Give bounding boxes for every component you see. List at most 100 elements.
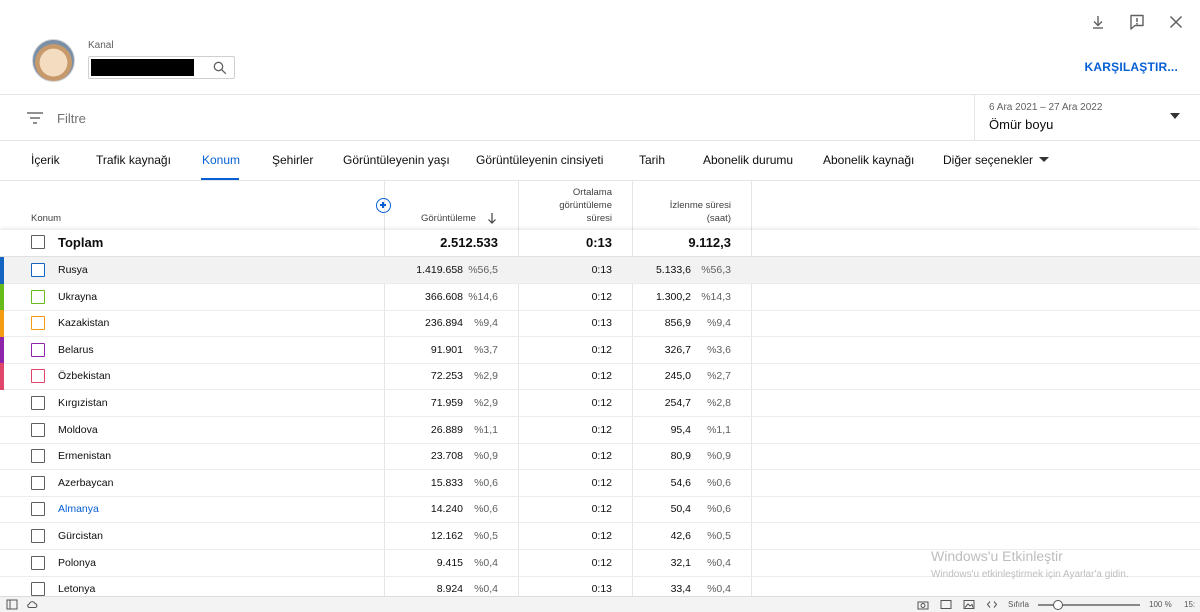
caret-down-icon bbox=[1170, 113, 1180, 119]
series-color-stripe bbox=[0, 283, 4, 311]
row-checkbox[interactable] bbox=[31, 289, 45, 304]
column-header-watch-time[interactable]: İzlenme süresi (saat) bbox=[621, 199, 731, 225]
table-row[interactable]: Belarus 91.901 %3,7 0:12 326,7 %3,6 bbox=[0, 336, 1200, 364]
image-icon[interactable] bbox=[963, 599, 975, 610]
column-header-location[interactable]: Konum bbox=[31, 212, 61, 225]
table-row[interactable]: Ukrayna 366.608 %14,6 0:12 1.300,2 %14,3 bbox=[0, 283, 1200, 311]
window-icon[interactable] bbox=[940, 599, 952, 610]
table-row[interactable]: Azerbaycan 15.833 %0,6 0:12 54,6 %0,6 bbox=[0, 470, 1200, 497]
row-views-percent: %2,9 bbox=[474, 370, 498, 383]
row-views-percent: %0,5 bbox=[474, 530, 498, 542]
total-watch-time: 9.112,3 bbox=[688, 235, 731, 250]
row-checkbox[interactable] bbox=[31, 555, 45, 570]
row-avg-duration: 0:12 bbox=[591, 450, 612, 463]
tab-viewer-gender[interactable]: Görüntüleyenin cinsiyeti bbox=[476, 153, 603, 167]
column-header-watch-line1: İzlenme süresi bbox=[669, 200, 731, 211]
row-watch-time: 5.133,6 bbox=[655, 264, 691, 276]
date-range-dropdown[interactable]: 6 Ara 2021 – 27 Ara 2022 Ömür boyu bbox=[974, 95, 1188, 141]
table-row[interactable]: Kazakistan 236.894 %9,4 0:13 856,9 %9,4 bbox=[0, 310, 1200, 338]
tab-cities[interactable]: Şehirler bbox=[272, 153, 313, 167]
panel-icon[interactable] bbox=[6, 599, 18, 610]
row-location-name: Kırgızistan bbox=[58, 397, 108, 409]
row-watch-time: 42,6 bbox=[670, 530, 691, 542]
row-views: 91.901 bbox=[430, 343, 463, 356]
add-metric-icon[interactable] bbox=[376, 198, 391, 213]
row-checkbox[interactable] bbox=[31, 502, 45, 517]
tab-more-options[interactable]: Diğer seçenekler bbox=[943, 153, 1050, 167]
row-checkbox[interactable] bbox=[31, 582, 45, 596]
column-header-views[interactable]: Görüntüleme bbox=[421, 212, 476, 225]
row-location-name: Azerbaycan bbox=[58, 476, 114, 489]
row-checkbox[interactable] bbox=[31, 396, 45, 410]
row-checkbox[interactable] bbox=[31, 422, 45, 437]
reset-zoom-button[interactable]: Sıfırla bbox=[1008, 600, 1029, 609]
series-color-stripe bbox=[0, 257, 4, 284]
camera-icon[interactable] bbox=[917, 599, 929, 610]
row-watch-time-percent: %2,8 bbox=[707, 397, 731, 409]
tab-traffic-source[interactable]: Trafik kaynağı bbox=[96, 153, 171, 167]
row-location-name: Ukrayna bbox=[58, 290, 98, 303]
filter-icon[interactable] bbox=[26, 111, 44, 125]
row-views-percent: %14,6 bbox=[468, 290, 498, 303]
total-checkbox[interactable] bbox=[31, 235, 45, 249]
total-avg-duration: 0:13 bbox=[585, 235, 612, 250]
caret-down-icon bbox=[1039, 157, 1050, 162]
row-avg-duration: 0:12 bbox=[591, 370, 612, 383]
tab-subscription-status[interactable]: Abonelik durumu bbox=[703, 153, 793, 167]
series-color-stripe bbox=[0, 363, 4, 391]
column-header-avg-line2: görüntüleme bbox=[559, 200, 612, 211]
row-views: 1.419.658 bbox=[416, 264, 463, 276]
feedback-icon[interactable] bbox=[1127, 12, 1147, 32]
channel-avatar[interactable] bbox=[32, 39, 75, 82]
channel-search-input[interactable] bbox=[88, 56, 235, 79]
tab-subscription-source[interactable]: Abonelik kaynağı bbox=[823, 153, 914, 167]
filter-input[interactable]: Filtre bbox=[57, 111, 86, 126]
row-views: 236.894 bbox=[425, 317, 463, 330]
row-location-name[interactable]: Almanya bbox=[58, 503, 99, 515]
row-views: 26.889 bbox=[430, 423, 463, 436]
row-checkbox[interactable] bbox=[31, 316, 45, 331]
row-checkbox[interactable] bbox=[31, 369, 45, 384]
table-row[interactable]: Kırgızistan 71.959 %2,9 0:12 254,7 %2,8 bbox=[0, 390, 1200, 417]
zoom-slider-handle[interactable] bbox=[1053, 600, 1063, 610]
tab-location[interactable]: Konum bbox=[202, 153, 240, 167]
row-avg-duration: 0:12 bbox=[591, 476, 612, 489]
tab-viewer-age[interactable]: Görüntüleyenin yaşı bbox=[343, 153, 450, 167]
row-watch-time: 254,7 bbox=[664, 397, 691, 409]
search-icon[interactable] bbox=[213, 61, 227, 75]
table-row[interactable]: Özbekistan 72.253 %2,9 0:12 245,0 %2,7 bbox=[0, 363, 1200, 391]
table-row[interactable]: Ermenistan 23.708 %0,9 0:12 80,9 %0,9 bbox=[0, 443, 1200, 471]
row-location-name: Belarus bbox=[58, 343, 94, 356]
row-checkbox[interactable] bbox=[31, 263, 45, 277]
row-location-name: Kazakistan bbox=[58, 317, 110, 330]
cloud-icon[interactable] bbox=[26, 599, 38, 610]
compare-button[interactable]: KARŞILAŞTIR... bbox=[1085, 60, 1178, 74]
row-checkbox[interactable] bbox=[31, 475, 45, 490]
table-row[interactable]: Gürcistan 12.162 %0,5 0:12 42,6 %0,5 bbox=[0, 523, 1200, 550]
row-views-percent: %9,4 bbox=[474, 317, 498, 330]
table-row[interactable]: Moldova 26.889 %1,1 0:12 95,4 %1,1 bbox=[0, 417, 1200, 444]
row-watch-time-percent: %0,9 bbox=[707, 450, 731, 463]
redacted-channel-name bbox=[91, 59, 194, 76]
row-checkbox[interactable] bbox=[31, 449, 45, 464]
sort-descending-icon[interactable] bbox=[487, 212, 497, 224]
close-icon[interactable] bbox=[1166, 12, 1186, 32]
activation-watermark-subtitle: Windows'u etkinleştirmek için Ayarlar'a … bbox=[931, 569, 1129, 580]
row-watch-time-percent: %0,6 bbox=[707, 476, 731, 489]
table-row[interactable]: Almanya 14.240 %0,6 0:12 50,4 %0,6 bbox=[0, 496, 1200, 524]
column-header-avg-duration[interactable]: Ortalama görüntüleme süresi bbox=[502, 186, 612, 225]
row-checkbox[interactable] bbox=[31, 342, 45, 357]
row-views: 15.833 bbox=[430, 476, 463, 489]
row-location-name: Letonya bbox=[58, 583, 96, 596]
row-watch-time: 95,4 bbox=[670, 423, 691, 436]
row-views-percent: %0,6 bbox=[474, 476, 498, 489]
download-icon[interactable] bbox=[1088, 12, 1108, 32]
tab-content[interactable]: İçerik bbox=[31, 153, 60, 167]
row-checkbox[interactable] bbox=[31, 529, 45, 543]
code-icon[interactable] bbox=[986, 599, 998, 610]
tab-date[interactable]: Tarih bbox=[639, 153, 665, 167]
row-avg-duration: 0:12 bbox=[591, 290, 612, 303]
table-row[interactable]: Rusya 1.419.658 %56,5 0:13 5.133,6 %56,3 bbox=[0, 257, 1200, 284]
series-color-stripe bbox=[0, 336, 4, 364]
status-bar: Sıfırla 100 % 15: bbox=[0, 596, 1200, 612]
